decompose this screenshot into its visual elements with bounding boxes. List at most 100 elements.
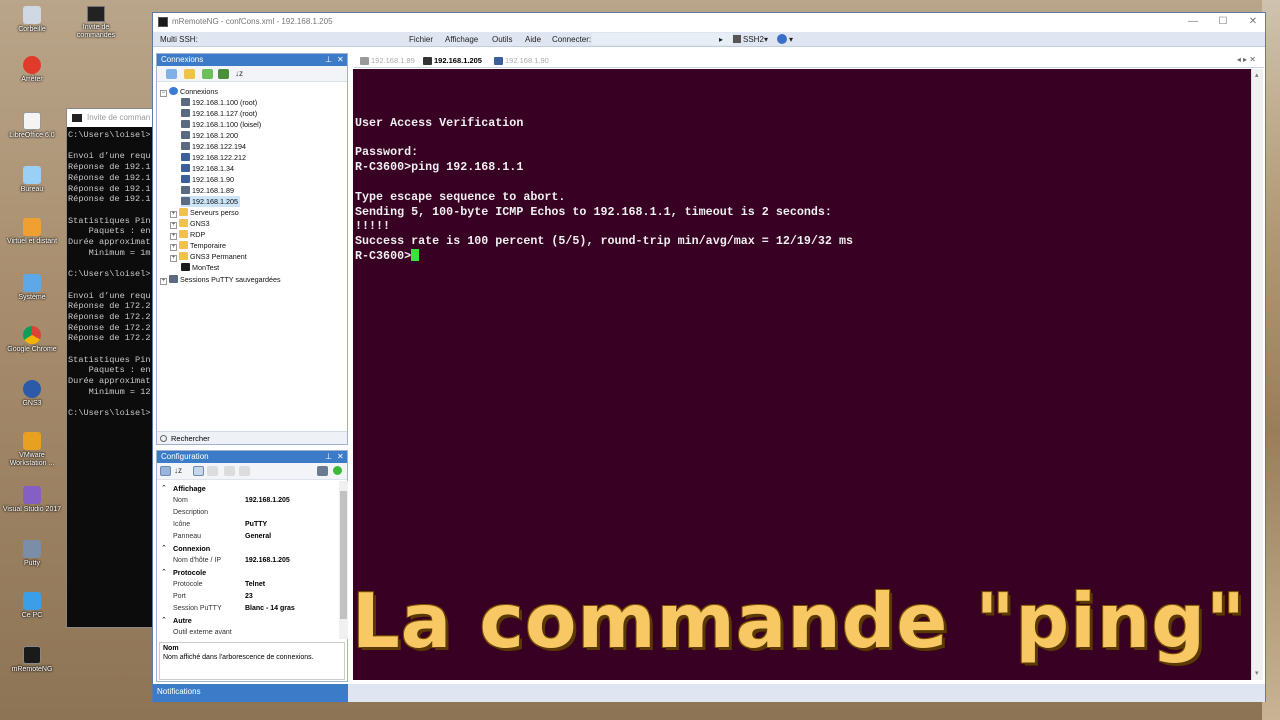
tree-item-connection[interactable]: 192.168.1.90 bbox=[181, 174, 234, 185]
close-icon[interactable]: ✕ bbox=[337, 54, 344, 66]
property-row[interactable]: Port 23 bbox=[157, 591, 339, 603]
property-row[interactable]: Protocole Telnet bbox=[157, 579, 339, 591]
property-scrollbar[interactable] bbox=[339, 481, 348, 639]
chevron-down-icon[interactable]: ▾ bbox=[764, 35, 768, 44]
multi-ssh-input[interactable] bbox=[200, 33, 396, 45]
tab-connection[interactable]: 192.168.1.89 bbox=[358, 55, 415, 67]
tree-folder[interactable]: + GNS3 Permanent bbox=[170, 251, 247, 262]
desktop-icon-shutdown[interactable]: Arrêter bbox=[2, 56, 62, 84]
tree-item-connection[interactable]: 192.168.1.200 bbox=[181, 130, 238, 141]
desktop-icon-vmware[interactable]: VMware Workstation ... bbox=[2, 432, 62, 468]
tree-folder[interactable]: + Temporaire bbox=[170, 240, 226, 251]
tree-saved-sessions[interactable]: + Sessions PuTTY sauvegardées bbox=[160, 274, 281, 285]
desktop-icon-cmd[interactable]: Invite de commandes bbox=[68, 6, 124, 40]
menu-aide[interactable]: Aide bbox=[525, 35, 541, 44]
titlebar[interactable]: mRemoteNG - confCons.xml - 192.168.1.205… bbox=[153, 13, 1265, 31]
chevron-down-icon[interactable]: ▸ bbox=[719, 35, 723, 44]
property-category[interactable]: ⌃ Affichage bbox=[157, 483, 339, 495]
close-button[interactable]: ✕ bbox=[1239, 15, 1267, 29]
sort-alpha-icon[interactable]: ↓z bbox=[174, 466, 186, 476]
expand-icon[interactable]: + bbox=[170, 222, 177, 229]
menu-affichage[interactable]: Affichage bbox=[445, 35, 478, 44]
categorized-icon[interactable] bbox=[160, 466, 171, 476]
tab-connection-active[interactable]: 192.168.1.205 bbox=[421, 55, 482, 67]
pin-icon[interactable]: ⊥ bbox=[325, 451, 332, 463]
collapse-icon[interactable]: ⌃ bbox=[161, 543, 167, 555]
expand-icon[interactable]: + bbox=[160, 278, 167, 285]
menu-outils[interactable]: Outils bbox=[492, 35, 512, 44]
globe-icon[interactable] bbox=[777, 34, 787, 44]
properties-icon[interactable] bbox=[193, 466, 204, 476]
tab-controls[interactable]: ◂ ▸ ✕ bbox=[1237, 55, 1256, 64]
desktop-icon-gns3[interactable]: GNS3 bbox=[2, 380, 62, 408]
property-row[interactable]: Outil externe avant bbox=[157, 627, 339, 639]
expand-icon[interactable]: + bbox=[170, 211, 177, 218]
collapse-icon[interactable]: ⌃ bbox=[161, 615, 167, 627]
collapse-all-icon[interactable] bbox=[218, 69, 229, 79]
terminal-scrollbar[interactable]: ▴ ▾ bbox=[1251, 69, 1263, 680]
tree-folder[interactable]: + Serveurs perso bbox=[170, 207, 239, 218]
minimize-button[interactable]: — bbox=[1179, 15, 1207, 29]
terminal-prompt-line[interactable]: R-C3600> bbox=[355, 248, 853, 264]
sort-icon[interactable]: ↓z bbox=[235, 69, 247, 79]
collapse-icon[interactable]: ⌃ bbox=[161, 483, 167, 495]
pin-icon[interactable]: ⊥ bbox=[325, 54, 332, 66]
tree-item-connection[interactable]: 192.168.1.100 (loisel) bbox=[181, 119, 261, 130]
property-row[interactable]: Nom d'hôte / IP 192.168.1.205 bbox=[157, 555, 339, 567]
expand-icon[interactable]: + bbox=[170, 255, 177, 262]
tree-item-connection[interactable]: 192.168.1.34 bbox=[181, 163, 234, 174]
search-bar[interactable]: Rechercher bbox=[157, 431, 347, 444]
desktop-icon-chrome[interactable]: Google Chrome bbox=[2, 326, 62, 354]
expand-icon[interactable]: + bbox=[170, 244, 177, 251]
default-props-icon[interactable] bbox=[224, 466, 235, 476]
expand-icon[interactable]: + bbox=[170, 233, 177, 240]
tree-item-connection[interactable]: 192.168.1.89 bbox=[181, 185, 234, 196]
desktop-icon-putty[interactable]: Putty bbox=[2, 540, 62, 568]
host-status-icon[interactable] bbox=[317, 466, 328, 476]
desktop-icon-mremoteng[interactable]: mRemoteNG bbox=[2, 646, 62, 674]
desktop-icon-ce-pc[interactable]: Ce PC bbox=[2, 592, 62, 620]
close-icon[interactable]: ✕ bbox=[337, 451, 344, 463]
collapse-icon[interactable]: ⌃ bbox=[161, 567, 167, 579]
scrollbar-thumb[interactable] bbox=[340, 491, 347, 619]
tree-folder[interactable]: + GNS3 bbox=[170, 218, 210, 229]
desktop-icon-libreoffice[interactable]: LibreOffice 6.0 bbox=[2, 112, 62, 140]
property-category[interactable]: ⌃ Connexion bbox=[157, 543, 339, 555]
desktop-icon-visual-studio[interactable]: Visual Studio 2017 bbox=[2, 486, 62, 514]
desktop-icon-virtuel[interactable]: Virtuel et distant bbox=[2, 218, 62, 246]
tree-item-connection[interactable]: 192.168.1.100 (root) bbox=[181, 97, 257, 108]
protocol-select[interactable]: SSH2 bbox=[743, 35, 764, 44]
desktop-icon-recycle-bin[interactable]: Corbeille bbox=[2, 6, 62, 34]
property-category[interactable]: ⌃ Autre bbox=[157, 615, 339, 627]
property-row[interactable]: Panneau General bbox=[157, 531, 339, 543]
chevron-down-icon[interactable]: ▾ bbox=[789, 35, 793, 44]
tree-folder[interactable]: + RDP bbox=[170, 229, 205, 240]
desktop-icon-systeme[interactable]: Système bbox=[2, 274, 62, 302]
new-connection-icon[interactable] bbox=[166, 69, 177, 79]
property-row[interactable]: Nom 192.168.1.205 bbox=[157, 495, 339, 507]
expand-all-icon[interactable] bbox=[202, 69, 213, 79]
scroll-down-icon[interactable]: ▾ bbox=[1255, 669, 1259, 677]
tab-connection[interactable]: 192.168.1.90 bbox=[492, 55, 549, 67]
tree-root[interactable]: − Connexions bbox=[160, 86, 218, 97]
property-category[interactable]: ⌃ Protocole bbox=[157, 567, 339, 579]
new-folder-icon[interactable] bbox=[184, 69, 195, 79]
tree-item-connection[interactable]: MonTest bbox=[181, 262, 219, 273]
tree-item-connection[interactable]: 192.168.122.212 bbox=[181, 152, 246, 163]
quick-connect-input[interactable] bbox=[592, 33, 732, 45]
tree-item-connection-selected[interactable]: 192.168.1.205 bbox=[181, 196, 240, 207]
inheritance-icon[interactable] bbox=[207, 466, 218, 476]
maximize-button[interactable]: ☐ bbox=[1209, 15, 1237, 29]
property-row[interactable]: Session PuTTY Blanc - 14 gras bbox=[157, 603, 339, 615]
tree-item-connection[interactable]: 192.168.122.194 bbox=[181, 141, 246, 152]
default-inheritance-icon[interactable] bbox=[239, 466, 250, 476]
tree-item-connection[interactable]: 192.168.1.127 (root) bbox=[181, 108, 257, 119]
desktop-icon-bureau[interactable]: Bureau bbox=[2, 166, 62, 194]
property-row[interactable]: Icône PuTTY bbox=[157, 519, 339, 531]
menu-fichier[interactable]: Fichier bbox=[409, 35, 433, 44]
cmd-window[interactable]: Invite de comman C:\Users\loisel> Envoi … bbox=[66, 108, 158, 628]
cmd-titlebar[interactable]: Invite de comman bbox=[67, 109, 157, 127]
collapse-icon[interactable]: − bbox=[160, 90, 167, 97]
notifications-tab[interactable]: Notifications bbox=[153, 684, 348, 702]
property-row[interactable]: Description bbox=[157, 507, 339, 519]
